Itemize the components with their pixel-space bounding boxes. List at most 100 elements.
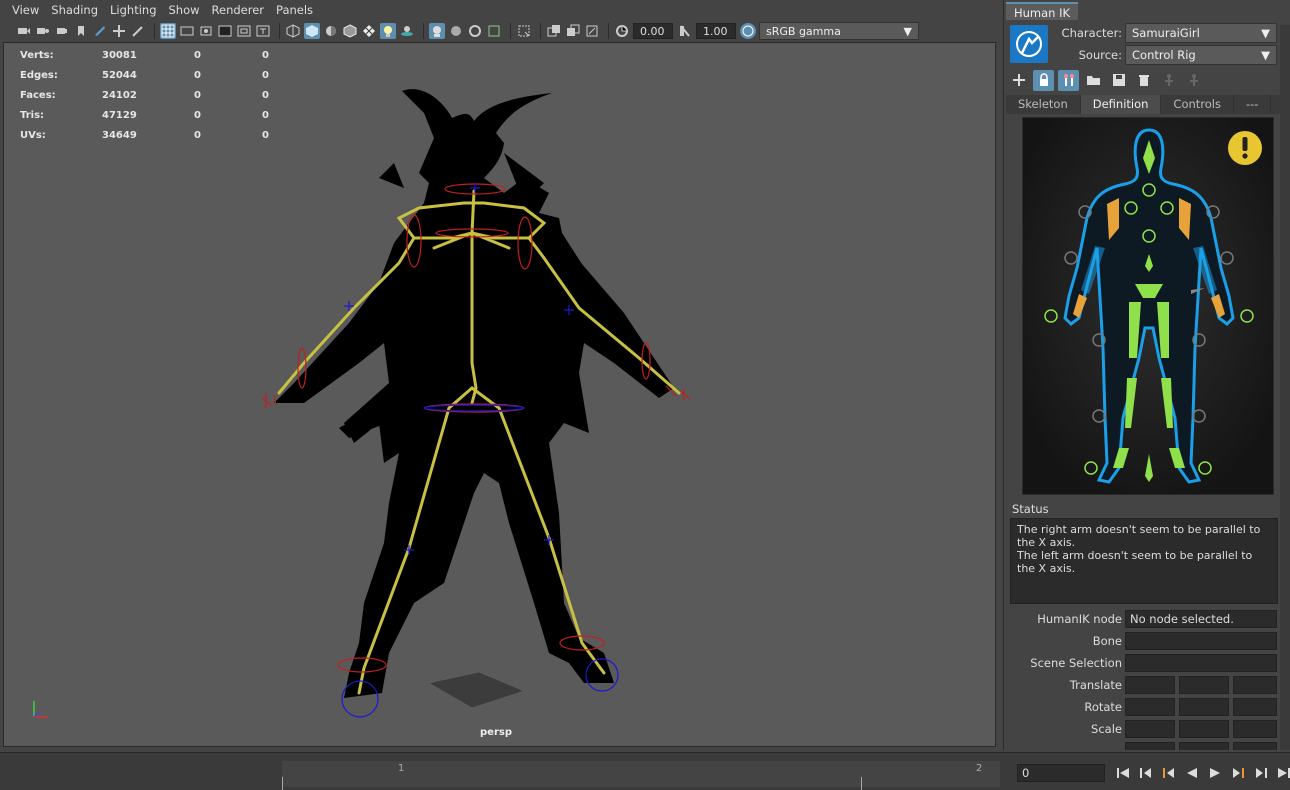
menu-renderer[interactable]: Renderer [206, 3, 271, 17]
rotate-y-field[interactable] [1179, 698, 1229, 716]
scale-x-field[interactable] [1125, 720, 1175, 738]
bookmark-camera-icon[interactable] [54, 23, 70, 39]
tab-more[interactable]: --- [1234, 95, 1272, 114]
tab-definition[interactable]: Definition [1080, 95, 1162, 114]
mirror-matching-icon[interactable] [1058, 69, 1079, 91]
exposure-field[interactable]: 0.00 [633, 23, 673, 39]
rotate-label: Rotate [1084, 700, 1122, 714]
extra-field[interactable] [1125, 742, 1175, 750]
play-backward-icon[interactable] [1182, 763, 1202, 783]
use-all-lights-icon[interactable] [380, 23, 396, 39]
grease-pencil-icon[interactable] [130, 23, 146, 39]
xray-joints-icon[interactable] [467, 23, 483, 39]
safe-action-icon[interactable] [255, 23, 271, 39]
xray-icon[interactable] [429, 23, 445, 39]
field-chart-icon[interactable] [236, 23, 252, 39]
scale-y-field[interactable] [1179, 720, 1229, 738]
grid-icon[interactable] [160, 23, 176, 39]
step-back-key-icon[interactable] [1159, 763, 1179, 783]
bone-field[interactable] [1125, 632, 1277, 650]
go-to-start-icon[interactable] [1113, 763, 1133, 783]
bind-skeleton-icon[interactable] [1183, 70, 1204, 91]
step-back-icon[interactable] [1136, 763, 1156, 783]
playback-controls [1113, 763, 1290, 783]
scale-z-field[interactable] [1233, 720, 1277, 738]
load-skeleton-icon[interactable] [1083, 70, 1104, 91]
motion-blur-icon[interactable] [584, 23, 600, 39]
translate-y-field[interactable] [1179, 676, 1229, 694]
camera-name-label: persp [480, 727, 512, 738]
xray-active-icon[interactable] [448, 23, 464, 39]
status-line: The left arm doesn't seem to be parallel… [1017, 549, 1253, 575]
shadows-icon[interactable] [399, 23, 415, 39]
scene-selection-field[interactable] [1125, 654, 1277, 672]
panel-scrollbar[interactable] [1280, 25, 1290, 750]
bookmark-icon[interactable] [73, 23, 89, 39]
current-frame-field[interactable]: 0 [1017, 764, 1105, 782]
menu-shading[interactable]: Shading [45, 3, 104, 17]
color-space-select[interactable]: sRGB gamma ▼ [759, 22, 919, 40]
gamma-icon[interactable] [677, 23, 693, 39]
menu-show[interactable]: Show [163, 3, 206, 17]
gamma-field[interactable]: 1.00 [696, 23, 736, 39]
source-select[interactable]: Control Rig ▼ [1125, 45, 1277, 65]
rotate-z-field[interactable] [1233, 698, 1277, 716]
tab-controls[interactable]: Controls [1161, 95, 1234, 114]
warning-icon [1228, 131, 1262, 165]
hud-toggle-icon[interactable] [546, 23, 562, 39]
camera-icon[interactable] [16, 23, 32, 39]
timeline-track[interactable]: 1 2 [282, 761, 1000, 790]
play-forward-icon[interactable] [1205, 763, 1225, 783]
go-to-end-icon[interactable] [1274, 763, 1290, 783]
rotate-x-field[interactable] [1125, 698, 1175, 716]
tab-human-ik[interactable]: Human IK [1006, 2, 1079, 20]
menu-lighting[interactable]: Lighting [104, 3, 162, 17]
save-skeleton-icon[interactable] [1108, 70, 1129, 91]
add-icon[interactable] [1008, 70, 1029, 91]
exposure-icon[interactable] [614, 23, 630, 39]
time-slider: 1 2 0 [0, 752, 1290, 790]
body-map [1023, 118, 1273, 494]
ssao-icon[interactable] [565, 23, 581, 39]
extra-field[interactable] [1179, 742, 1229, 750]
step-forward-key-icon[interactable] [1228, 763, 1248, 783]
human-ik-logo-icon[interactable] [1010, 25, 1048, 63]
wireframe-icon[interactable] [285, 23, 301, 39]
perspective-viewport[interactable]: Verts: 30081 0 0 Edges: 52044 0 0 Faces: 24102 0… [3, 42, 996, 747]
smooth-shade-icon[interactable] [304, 23, 320, 39]
current-time-marker[interactable] [282, 777, 283, 790]
delete-icon[interactable] [1133, 70, 1154, 91]
textured-icon[interactable] [361, 23, 377, 39]
step-forward-icon[interactable] [1251, 763, 1271, 783]
translate-x-field[interactable] [1125, 676, 1175, 694]
character-definition-figure[interactable] [1022, 117, 1274, 495]
frame-tick [861, 777, 862, 790]
menu-view[interactable]: View [6, 3, 45, 17]
lock-icon[interactable] [1033, 69, 1054, 91]
film-gate-icon[interactable] [179, 23, 195, 39]
tab-skeleton[interactable]: Skeleton [1006, 95, 1081, 114]
toolbar-divider [154, 23, 155, 39]
character-select[interactable]: SamuraiGirl ▼ [1125, 23, 1277, 43]
gate-mask-icon[interactable] [217, 23, 233, 39]
isolate-select-icon[interactable] [486, 23, 502, 39]
lock-skeleton-icon[interactable] [1158, 70, 1179, 91]
toolbar-divider [510, 23, 511, 39]
humanik-node-field[interactable]: No node selected. [1125, 610, 1277, 628]
default-material-icon[interactable] [323, 23, 339, 39]
resolution-gate-icon[interactable] [198, 23, 214, 39]
wireframe-on-shaded-icon[interactable] [342, 23, 358, 39]
translate-z-field[interactable] [1233, 676, 1277, 694]
image-plane-icon[interactable] [92, 23, 108, 39]
2d-pan-zoom-icon[interactable] [111, 23, 127, 39]
extra-field[interactable] [1233, 742, 1277, 750]
color-management-icon[interactable] [740, 23, 756, 39]
menu-panels[interactable]: Panels [270, 3, 319, 17]
human-ik-panel: Human IK Character: SamuraiGirl ▼ Source… [1003, 0, 1290, 750]
color-space-value: sRGB gamma [766, 24, 841, 38]
scale-label: Scale [1091, 722, 1122, 736]
source-label: Source: [1078, 48, 1122, 62]
isolate-icon[interactable] [516, 23, 532, 39]
status-message-box: The right arm doesn't seem to be paralle… [1010, 518, 1278, 604]
camera-attributes-icon[interactable] [35, 23, 51, 39]
